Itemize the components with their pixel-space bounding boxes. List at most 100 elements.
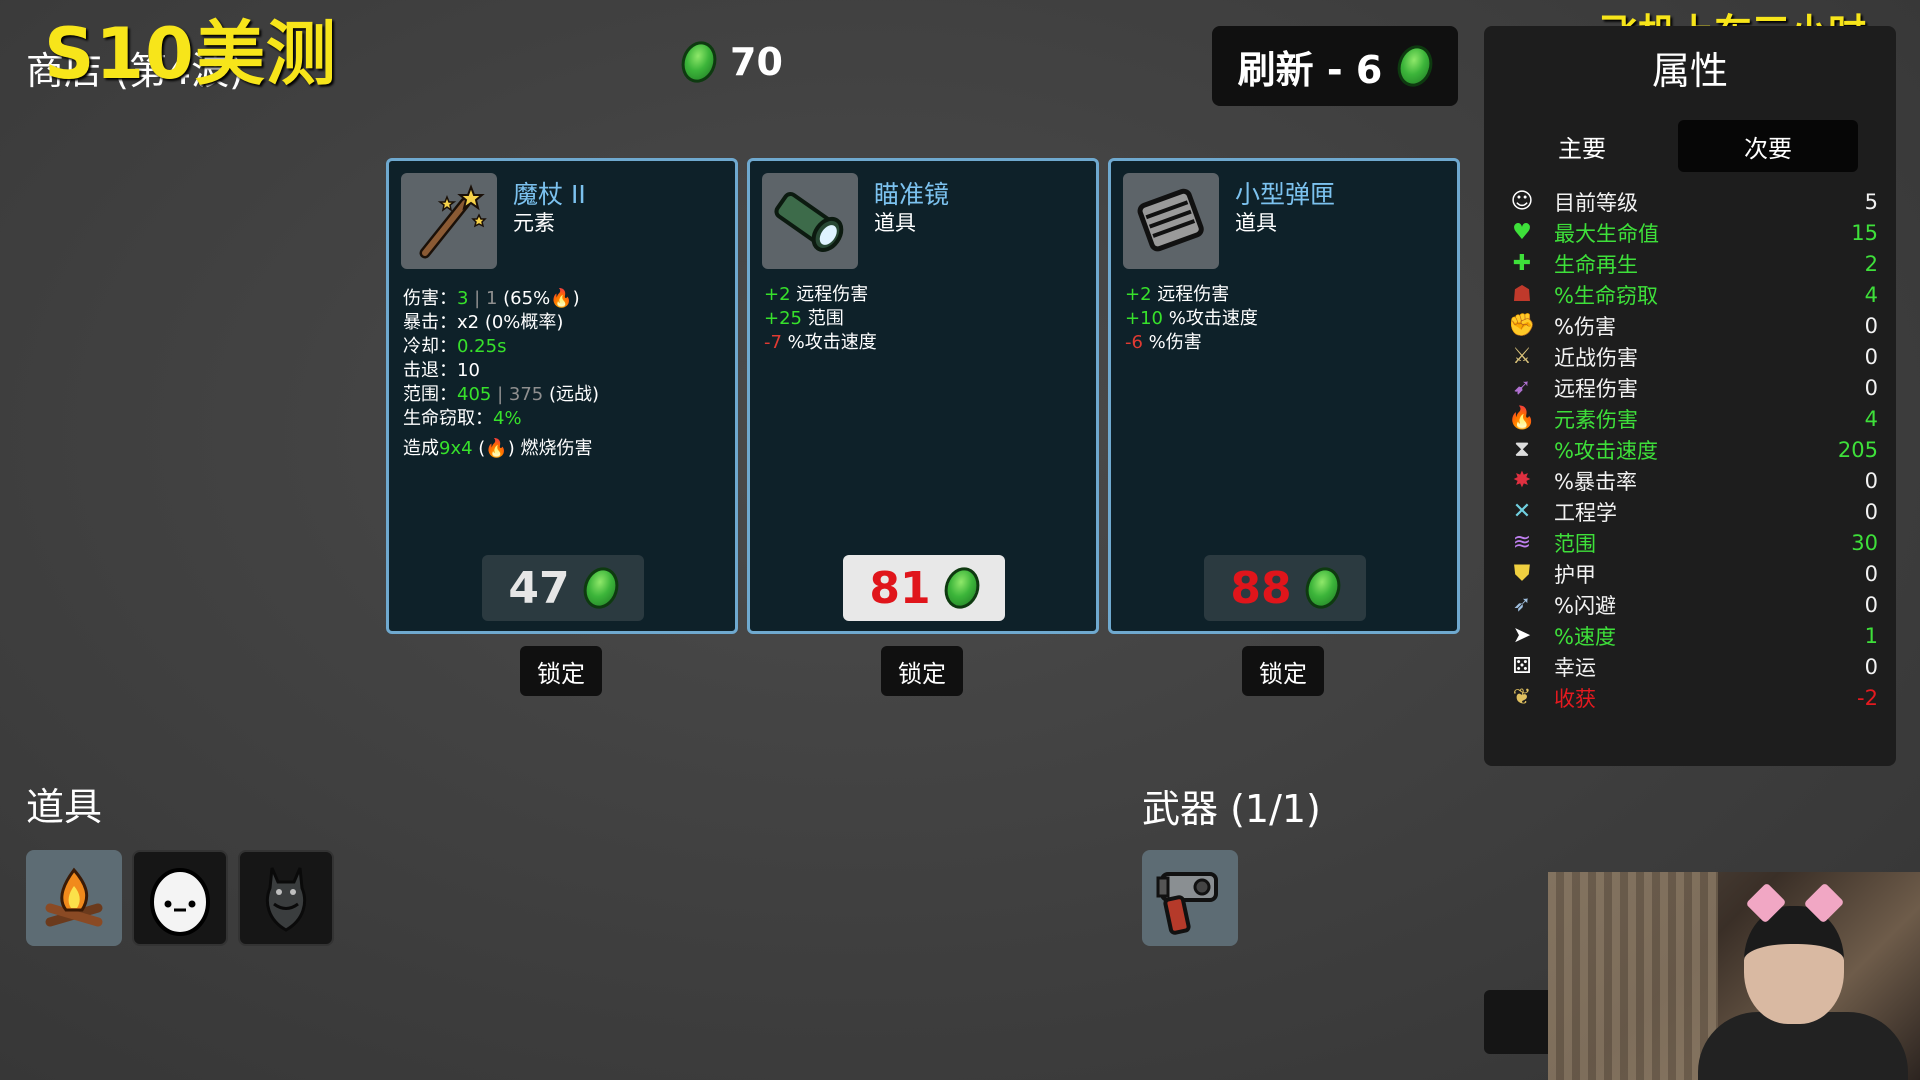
luck-icon: ⚄ — [1512, 654, 1532, 679]
lifesteal-icon: ☗ — [1512, 282, 1532, 307]
webcam-overlay — [1548, 872, 1920, 1080]
attribute-label: %暴击率 — [1554, 469, 1637, 494]
shop-card-wand[interactable]: 魔杖 II 元素 伤害：3 | 1 (65%🔥) 暴击：x2 (0%概率) 冷却… — [386, 158, 738, 634]
attribute-label: %速度 — [1554, 624, 1616, 649]
attack-speed-icon: ⧗ — [1514, 437, 1530, 462]
attribute-value: 1 — [1864, 623, 1878, 648]
effect-line: -7 %攻击速度 — [764, 332, 877, 353]
attribute-value: 205 — [1837, 437, 1878, 462]
attribute-label: 最大生命值 — [1554, 221, 1659, 246]
attributes-list: ☺ 目前等级 5 ♥ 最大生命值 15 ✚ 生命再生 2 ☗ %生命窃取 4 ✊ %伤害 0 ⚔ 近战伤害 0 ➹ 远… — [1508, 186, 1878, 713]
egg-icon[interactable] — [132, 850, 228, 946]
buy-price-button[interactable]: 47 — [482, 555, 644, 621]
tab-secondary[interactable]: 次要 — [1678, 120, 1858, 172]
item-type: 道具 — [874, 211, 916, 235]
attribute-row[interactable]: ⧗ %攻击速度 205 — [1508, 434, 1878, 465]
attribute-row[interactable]: ⚄ 幸运 0 — [1508, 651, 1878, 682]
tab-primary[interactable]: 主要 — [1492, 120, 1672, 172]
crit-icon: ✸ — [1512, 468, 1532, 493]
attribute-value: 0 — [1864, 375, 1878, 400]
attribute-row[interactable]: ✊ %伤害 0 — [1508, 310, 1878, 341]
dodge-icon: ➶ — [1512, 592, 1532, 617]
effect-line: -6 %伤害 — [1125, 332, 1202, 353]
attribute-row[interactable]: ✕ 工程学 0 — [1508, 496, 1878, 527]
coin-counter: 70 — [676, 36, 783, 88]
attribute-row[interactable]: ➹ 远程伤害 0 — [1508, 372, 1878, 403]
stat-crit: 暴击：x2 (0%概率) — [403, 312, 564, 333]
stat-cooldown: 冷却：0.25s — [403, 336, 507, 357]
attributes-panel: 属性 主要 次要 ☺ 目前等级 5 ♥ 最大生命值 15 ✚ 生命再生 2 ☗ %生命窃取 4 ✊ %伤害… — [1484, 26, 1896, 766]
damage-icon: ✊ — [1508, 313, 1536, 338]
attribute-row[interactable]: ➶ %闪避 0 — [1508, 589, 1878, 620]
shop-card-scope[interactable]: 瞄准镜 道具 +2 远程伤害 +25 范围 -7 %攻击速度 81 — [747, 158, 1099, 634]
attribute-value: 30 — [1851, 530, 1878, 555]
attribute-row[interactable]: ♥ 最大生命值 15 — [1508, 217, 1878, 248]
attribute-row[interactable]: ✚ 生命再生 2 — [1508, 248, 1878, 279]
buy-price-button[interactable]: 81 — [843, 555, 1005, 621]
attributes-title: 属性 — [1651, 49, 1728, 93]
attribute-label: %伤害 — [1554, 314, 1616, 339]
attribute-value: 0 — [1864, 654, 1878, 679]
material-coin-icon — [1299, 562, 1346, 614]
attribute-label: 近战伤害 — [1554, 345, 1638, 370]
magic-wand-icon — [401, 173, 497, 269]
attribute-value: 0 — [1864, 561, 1878, 586]
item-effects: +2 远程伤害 +10 %攻击速度 -6 %伤害 — [1125, 283, 1258, 355]
refresh-label: 刷新 - 6 — [1237, 47, 1383, 92]
weapon-gun-icon[interactable] — [1142, 850, 1238, 946]
attribute-row[interactable]: ☗ %生命窃取 4 — [1508, 279, 1878, 310]
range-icon: ≋ — [1512, 530, 1532, 555]
bat-icon[interactable] — [238, 850, 334, 946]
buy-price-button[interactable]: 88 — [1204, 555, 1366, 621]
ranged-icon: ➹ — [1512, 375, 1532, 400]
attribute-value: 2 — [1864, 251, 1878, 276]
refresh-button[interactable]: 刷新 - 6 — [1212, 26, 1458, 106]
attribute-row[interactable]: ✸ %暴击率 0 — [1508, 465, 1878, 496]
attribute-value: 15 — [1851, 220, 1878, 245]
material-coin-icon — [1392, 40, 1438, 92]
price-value: 88 — [1230, 562, 1292, 614]
attribute-row[interactable]: ☺ 目前等级 5 — [1508, 186, 1878, 217]
items-section-title: 道具 — [26, 785, 103, 829]
lock-button[interactable]: 锁定 — [520, 646, 602, 696]
item-effects: +2 远程伤害 +25 范围 -7 %攻击速度 — [764, 283, 877, 355]
attribute-value: 5 — [1864, 189, 1878, 214]
effect-line: +25 范围 — [764, 308, 844, 329]
hidden-panel-edge — [1484, 990, 1554, 1054]
attribute-row[interactable]: ➤ %速度 1 — [1508, 620, 1878, 651]
attribute-row[interactable]: ❦ 收获 -2 — [1508, 682, 1878, 713]
item-name: 瞄准镜 — [874, 180, 950, 209]
weapon-stats: 伤害：3 | 1 (65%🔥) 暴击：x2 (0%概率) 冷却：0.25s 击退… — [403, 287, 599, 461]
attribute-label: 远程伤害 — [1554, 376, 1638, 401]
item-name: 小型弹匣 — [1235, 180, 1336, 209]
material-coin-icon — [577, 562, 624, 614]
regen-icon: ✚ — [1512, 251, 1532, 276]
shop-card-magazine[interactable]: 小型弹匣 道具 +2 远程伤害 +10 %攻击速度 -6 %伤害 88 — [1108, 158, 1460, 634]
price-value: 47 — [508, 562, 570, 614]
attribute-label: %攻击速度 — [1554, 438, 1658, 463]
attribute-label: 范围 — [1554, 531, 1596, 556]
campfire-icon[interactable] — [26, 850, 122, 946]
lock-button[interactable]: 锁定 — [881, 646, 963, 696]
attribute-row[interactable]: ≋ 范围 30 — [1508, 527, 1878, 558]
attribute-label: 幸运 — [1554, 655, 1596, 680]
attribute-row[interactable]: 🔥 元素伤害 4 — [1508, 403, 1878, 434]
attribute-value: 4 — [1864, 406, 1878, 431]
material-coin-icon — [938, 562, 985, 614]
elemental-icon: 🔥 — [485, 438, 508, 459]
lock-button[interactable]: 锁定 — [1242, 646, 1324, 696]
elemental-icon: 🔥 — [1508, 406, 1536, 431]
attribute-label: 目前等级 — [1554, 190, 1638, 215]
attribute-label: 收获 — [1554, 686, 1596, 711]
stat-burn: 造成9x4 (🔥) 燃烧伤害 — [403, 438, 593, 459]
attribute-row[interactable]: ⛊ 护甲 0 — [1508, 558, 1878, 589]
attribute-row[interactable]: ⚔ 近战伤害 0 — [1508, 341, 1878, 372]
effect-line: +2 远程伤害 — [1125, 284, 1230, 305]
elemental-icon: 🔥 — [550, 288, 573, 309]
price-value: 81 — [869, 562, 931, 614]
attribute-label: 工程学 — [1554, 500, 1617, 525]
attribute-label: %生命窃取 — [1554, 283, 1658, 308]
coin-amount: 70 — [730, 40, 783, 84]
stream-caption-left: S10美测 — [44, 13, 337, 95]
level-icon: ☺ — [1510, 189, 1534, 214]
